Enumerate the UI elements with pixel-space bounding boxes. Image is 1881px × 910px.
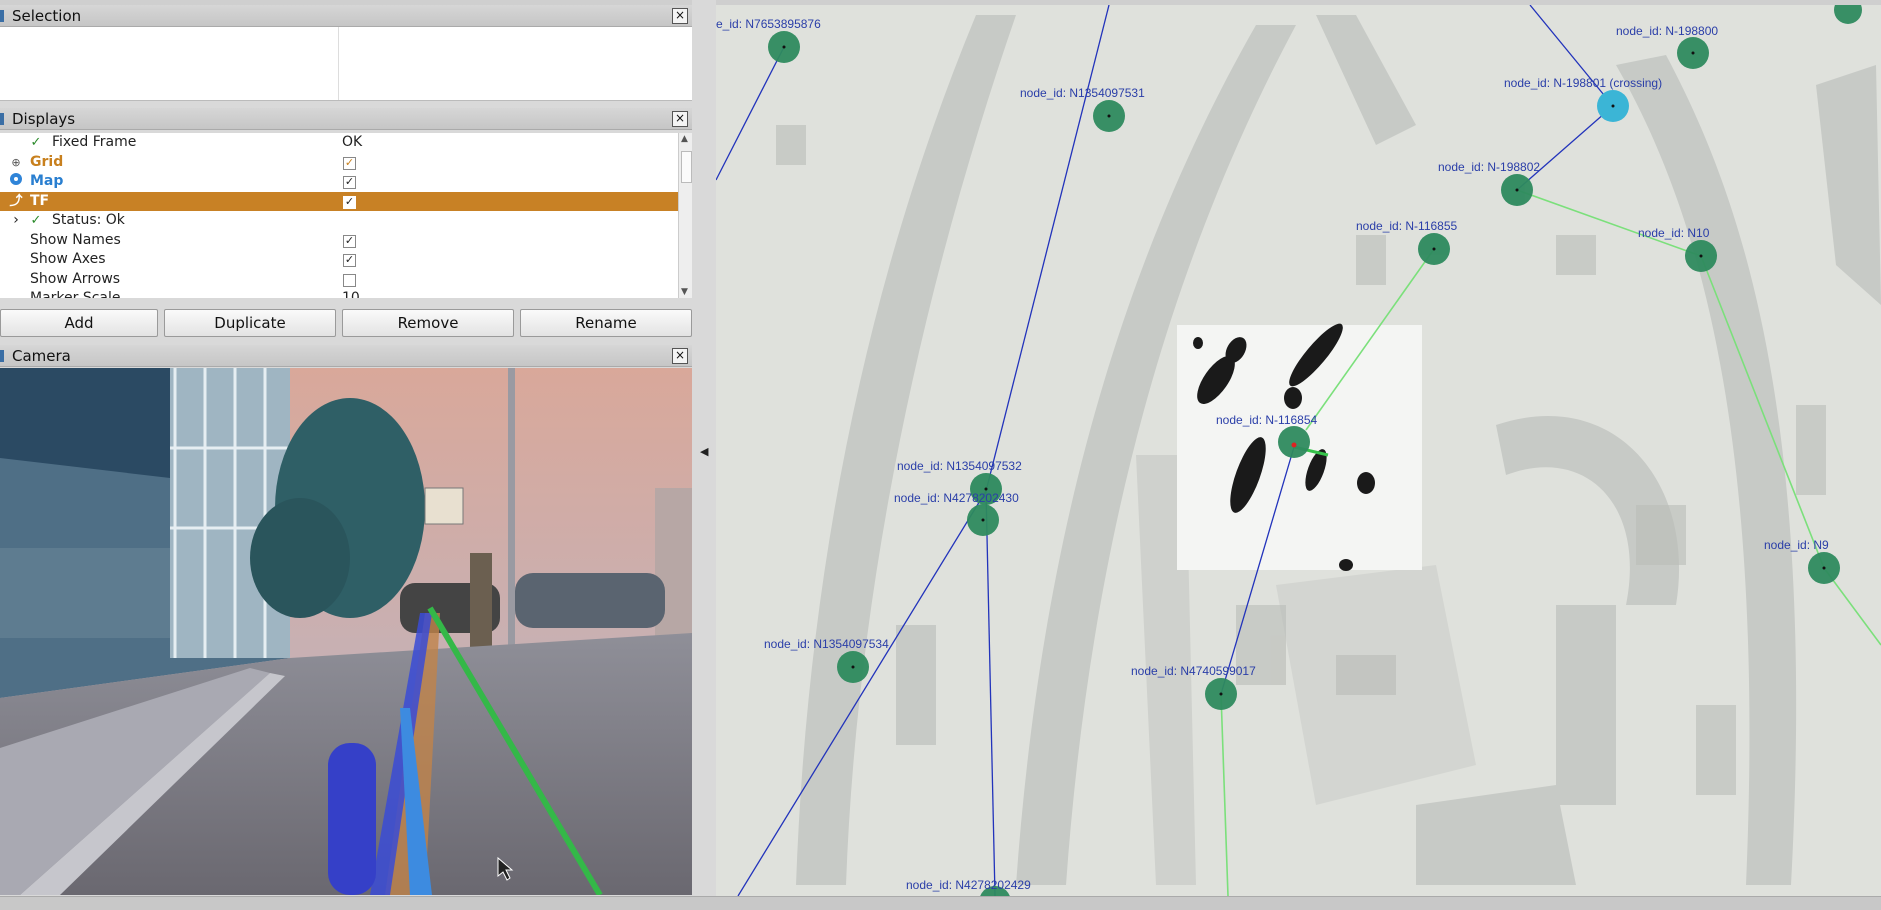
- tree-row-label: Show Axes: [30, 251, 106, 267]
- grid-enabled-checkbox[interactable]: ✓: [343, 156, 356, 170]
- tree-row-status[interactable]: › ✓ Status: Ok: [0, 211, 678, 231]
- column-divider[interactable]: [338, 27, 339, 100]
- tree-row-show-names[interactable]: Show Names ✓: [0, 231, 678, 251]
- map-node-label: e_id: N7653895876: [716, 17, 821, 31]
- add-button[interactable]: Add: [0, 309, 158, 337]
- map-node-label: node_id: N-198802: [1438, 160, 1540, 174]
- rename-button[interactable]: Rename: [520, 309, 692, 337]
- camera-panel-title: Camera: [12, 347, 71, 365]
- camera-panel-header: Camera ×: [0, 345, 692, 367]
- tree-row-label: Show Names: [30, 231, 121, 248]
- tree-row-tf[interactable]: ⤴ TF ✓: [0, 191, 678, 211]
- check-status-icon: ✓: [30, 135, 42, 150]
- status-bar: [0, 896, 1881, 910]
- tree-row-marker-scale[interactable]: Marker Scale 10: [0, 289, 678, 298]
- selection-panel-title: Selection: [12, 7, 82, 25]
- panel-marker-icon: [0, 10, 4, 22]
- show-axes-checkbox[interactable]: ✓: [343, 254, 356, 267]
- tree-row-show-axes[interactable]: Show Axes ✓: [0, 250, 678, 270]
- selection-property-table: [0, 27, 692, 101]
- map-icon: [8, 172, 24, 192]
- dock-splitter[interactable]: ◀: [692, 0, 716, 909]
- camera-image: [0, 368, 692, 895]
- collapse-arrow-icon[interactable]: ◀: [700, 445, 708, 458]
- selection-close-button[interactable]: ×: [672, 8, 688, 24]
- map-node-label: node_id: N1354097534: [764, 637, 889, 651]
- displays-tree: ✓ Fixed Frame OK ⊕ Grid ✓ Map ✓ ⤴ TF ✓ ›…: [0, 133, 678, 298]
- tree-row-label: Show Arrows: [30, 270, 121, 287]
- map-node-label: node_id: N4740599017: [1131, 664, 1256, 678]
- map-node-label: node_id: N4278202430: [894, 491, 1019, 505]
- map-node-label: node_id: N9: [1764, 538, 1829, 552]
- map-node-label: node_id: N1354097531: [1020, 86, 1145, 100]
- tree-row-label: Grid: [30, 153, 64, 170]
- map-node-label: node_id: N-116855: [1356, 219, 1458, 233]
- tree-row-label: TF: [30, 192, 50, 209]
- tree-row-grid[interactable]: ⊕ Grid ✓: [0, 153, 678, 173]
- camera-close-button[interactable]: ×: [672, 348, 688, 364]
- map-enabled-checkbox[interactable]: ✓: [343, 176, 356, 189]
- scrollbar-thumb[interactable]: [681, 151, 692, 183]
- tf-enabled-checkbox[interactable]: ✓: [343, 195, 356, 209]
- grid-icon: ⊕: [11, 155, 21, 169]
- displays-button-bar: Add Duplicate Remove Rename: [0, 306, 692, 338]
- panel-marker-icon: [0, 350, 4, 362]
- map-node-label: node_id: N-116854: [1216, 413, 1318, 427]
- scroll-down-icon[interactable]: ▼: [681, 287, 688, 297]
- tree-row-label: Marker Scale: [30, 290, 121, 298]
- tf-icon: ⤴: [9, 193, 23, 209]
- displays-scrollbar[interactable]: ▲ ▼: [678, 133, 693, 298]
- check-status-icon: ✓: [30, 213, 42, 228]
- map-node-label: node_id: N-198800: [1616, 24, 1718, 38]
- tree-row-label: Status: Ok: [52, 212, 125, 228]
- tree-row-label: Fixed Frame: [52, 134, 137, 150]
- displays-close-button[interactable]: ×: [672, 111, 688, 127]
- tree-row-label: Map: [30, 173, 64, 189]
- expand-arrow-icon[interactable]: ›: [8, 211, 24, 230]
- map-node-label: node_id: N-198801 (crossing): [1504, 76, 1662, 90]
- tree-row-value: OK: [342, 134, 363, 150]
- tree-row-show-arrows[interactable]: Show Arrows: [0, 270, 678, 290]
- displays-panel-title: Displays: [12, 110, 76, 128]
- tree-row-fixed-frame[interactable]: ✓ Fixed Frame OK: [0, 133, 678, 153]
- map-node-label: node_id: N4278202429: [906, 878, 1031, 892]
- tree-row-value[interactable]: 10: [342, 289, 360, 298]
- panel-marker-icon: [0, 113, 4, 125]
- selection-panel-header: Selection ×: [0, 5, 692, 27]
- map-3d-view[interactable]: e_id: N7653895876 node_id: N1354097531 n…: [716, 5, 1881, 896]
- duplicate-button[interactable]: Duplicate: [164, 309, 336, 337]
- tree-row-map[interactable]: Map ✓: [0, 172, 678, 192]
- show-arrows-checkbox[interactable]: [343, 273, 356, 287]
- scroll-up-icon[interactable]: ▲: [681, 134, 688, 144]
- map-node-label: node_id: N1354097532: [897, 459, 1022, 473]
- map-node-label: node_id: N10: [1638, 226, 1710, 240]
- displays-panel-header: Displays ×: [0, 108, 692, 130]
- remove-button[interactable]: Remove: [342, 309, 514, 337]
- show-names-checkbox[interactable]: ✓: [343, 234, 356, 248]
